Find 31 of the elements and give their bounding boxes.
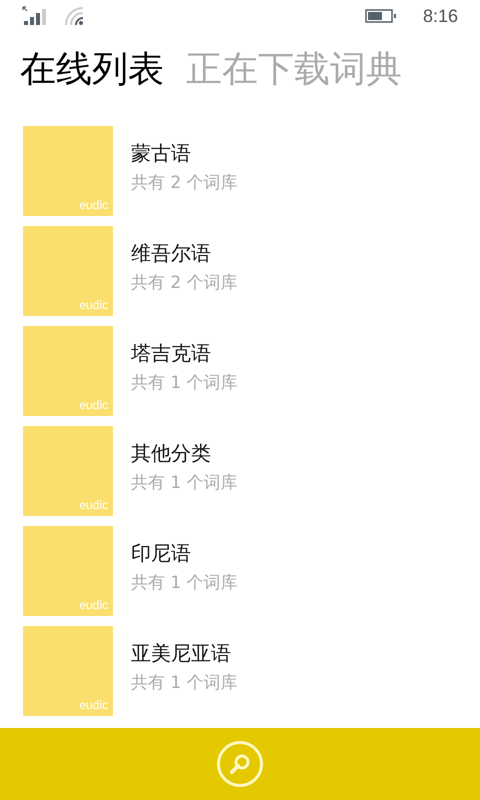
language-name: 其他分类 <box>131 440 212 467</box>
dictionary-tile[interactable]: eudic <box>23 426 113 516</box>
dictionary-tile[interactable]: eudic <box>23 326 113 416</box>
search-button[interactable] <box>217 741 263 787</box>
tile-label: eudic <box>79 498 108 512</box>
clock-time: 8:16 <box>422 6 458 26</box>
dictionary-tile[interactable]: eudic <box>23 126 113 216</box>
dictionary-tile[interactable]: eudic <box>23 626 113 716</box>
pivot-tab[interactable]: 在线列表 <box>20 46 164 94</box>
wifi-icon <box>64 6 84 26</box>
tile-label: eudic <box>79 398 108 412</box>
tile-label: eudic <box>79 298 108 312</box>
tile-label: eudic <box>79 198 108 212</box>
tile-label: eudic <box>79 698 108 712</box>
language-name: 维吾尔语 <box>131 240 212 267</box>
language-name: 亚美尼亚语 <box>131 640 232 667</box>
dictionary-count: 共有 1 个词库 <box>131 472 238 494</box>
battery-icon <box>364 9 397 23</box>
dictionary-count: 共有 2 个词库 <box>131 272 238 294</box>
search-icon <box>228 752 252 776</box>
language-name: 印尼语 <box>131 540 192 567</box>
dictionary-tile[interactable]: eudic <box>23 226 113 316</box>
language-name: 塔吉克语 <box>131 340 212 367</box>
dictionary-count: 共有 2 个词库 <box>131 172 238 194</box>
dictionary-tile[interactable]: eudic <box>23 526 113 616</box>
dictionary-count: 共有 1 个词库 <box>131 672 238 694</box>
tile-label: eudic <box>79 598 108 612</box>
pivot-tab[interactable]: 正在下载词典 <box>186 46 402 94</box>
dictionary-count: 共有 1 个词库 <box>131 572 238 594</box>
dictionary-count: 共有 1 个词库 <box>131 372 238 394</box>
language-name: 蒙古语 <box>131 140 192 167</box>
